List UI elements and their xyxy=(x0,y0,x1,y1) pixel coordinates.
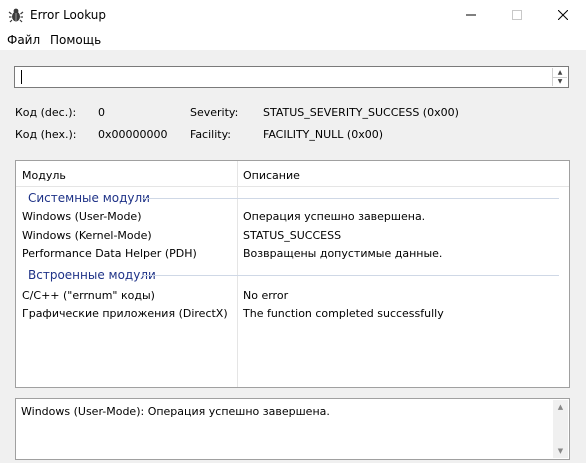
error-code-input[interactable]: ▲ ▼ xyxy=(14,66,569,88)
code-spinner[interactable]: ▲ ▼ xyxy=(552,68,567,86)
spin-down-icon[interactable]: ▼ xyxy=(553,77,567,86)
list-item-description[interactable]: Операция успешно завершена. xyxy=(243,210,425,223)
window-title: Error Lookup xyxy=(30,8,107,22)
maximize-button[interactable] xyxy=(494,0,540,30)
list-item-module[interactable]: Графические приложения (DirectX) xyxy=(22,307,228,320)
maximize-icon xyxy=(512,10,522,20)
group-divider xyxy=(142,275,559,276)
results-list[interactable]: Модуль Описание Системные модули Windows… xyxy=(15,160,570,388)
hex-code-value: 0x00000000 xyxy=(98,128,168,141)
title-bar[interactable]: Error Lookup xyxy=(0,0,586,30)
scroll-down-icon[interactable]: ▼ xyxy=(553,444,568,458)
dec-code-value: 0 xyxy=(98,106,105,119)
header-divider xyxy=(16,186,569,187)
list-item-module[interactable]: Windows (User-Mode) xyxy=(22,210,142,223)
list-item-module[interactable]: Windows (Kernel-Mode) xyxy=(22,229,152,242)
close-icon xyxy=(558,10,568,20)
menu-file[interactable]: Файл xyxy=(7,33,40,47)
hex-code-label: Код (hex.): xyxy=(15,128,77,141)
text-caret xyxy=(21,70,22,84)
list-item-module[interactable]: Performance Data Helper (PDH) xyxy=(22,247,197,260)
detail-text: Windows (User-Mode): Операция успешно за… xyxy=(21,405,330,418)
close-button[interactable] xyxy=(540,0,586,30)
menu-bar: Файл Помощь xyxy=(0,30,586,50)
facility-value: FACILITY_NULL (0x00) xyxy=(263,128,384,141)
list-item-description[interactable]: The function completed successfully xyxy=(243,307,444,320)
column-divider xyxy=(237,161,238,387)
facility-label: Facility: xyxy=(190,128,232,141)
scroll-up-icon[interactable]: ▲ xyxy=(553,400,568,414)
group-header-builtin-modules[interactable]: Встроенные модули xyxy=(28,268,156,282)
list-item-description[interactable]: STATUS_SUCCESS xyxy=(243,229,341,242)
group-divider xyxy=(142,198,559,199)
severity-value: STATUS_SEVERITY_SUCCESS (0x00) xyxy=(263,106,459,119)
error-lookup-window: { "window": { "title": "Error Lookup" },… xyxy=(0,0,586,463)
dec-code-label: Код (dec.): xyxy=(15,106,77,119)
list-item-description[interactable]: No error xyxy=(243,289,288,302)
menu-help[interactable]: Помощь xyxy=(50,33,101,47)
detail-scrollbar[interactable]: ▲ ▼ xyxy=(553,400,568,458)
minimize-icon xyxy=(466,14,476,16)
list-item-module[interactable]: C/C++ ("errnum" коды) xyxy=(22,289,155,302)
severity-label: Severity: xyxy=(190,106,239,119)
bug-icon xyxy=(8,7,24,23)
group-header-system-modules[interactable]: Системные модули xyxy=(28,191,150,205)
column-header-module[interactable]: Модуль xyxy=(22,169,66,182)
list-item-description[interactable]: Возвращены допустимые данные. xyxy=(243,247,442,260)
column-header-description[interactable]: Описание xyxy=(243,169,300,182)
minimize-button[interactable] xyxy=(448,0,494,30)
detail-text-box[interactable]: Windows (User-Mode): Операция успешно за… xyxy=(15,398,570,460)
